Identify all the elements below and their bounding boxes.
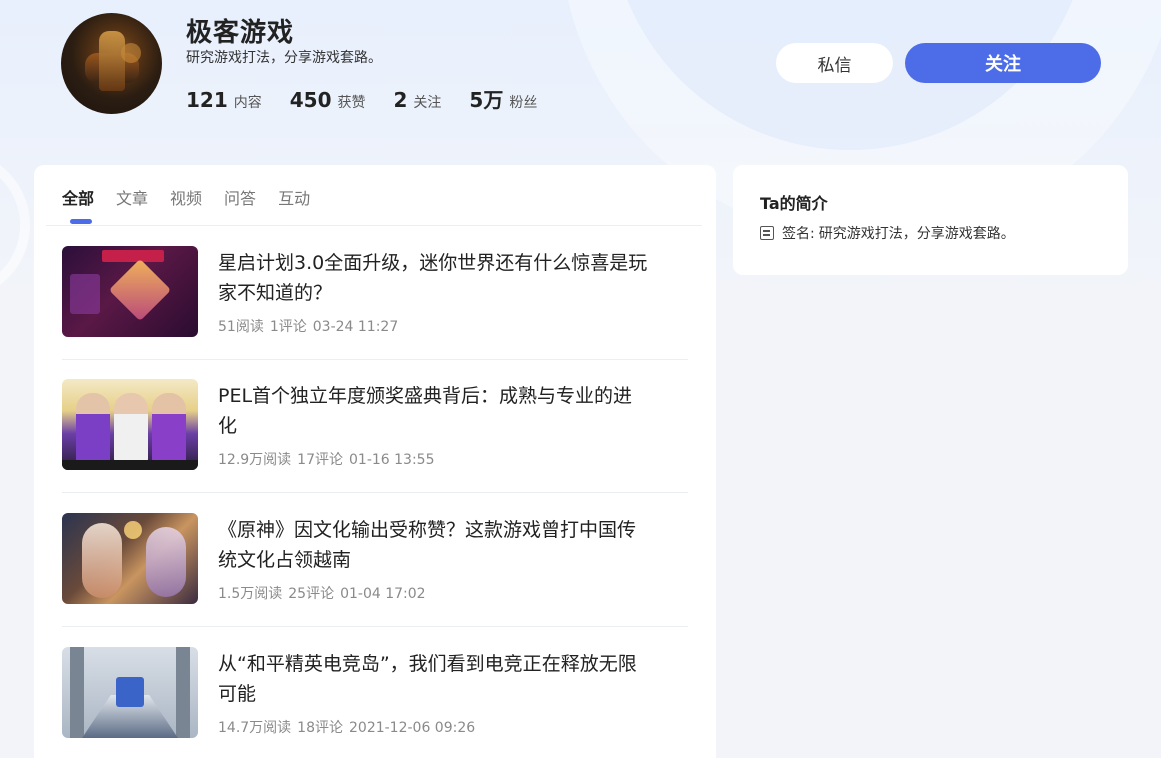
divider xyxy=(62,626,688,627)
tab-articles[interactable]: 文章 xyxy=(116,185,148,223)
comment-count: 25评论 xyxy=(288,586,335,602)
avatar[interactable] xyxy=(61,13,162,114)
article-title[interactable]: 星启计划3.0全面升级，迷你世界还有什么惊喜是玩家不知道的？ xyxy=(218,248,648,308)
signature: 签名: 研究游戏打法，分享游戏套路。 xyxy=(760,223,1015,243)
stat-value: 121 xyxy=(186,88,228,112)
stat-following[interactable]: 2 关注 xyxy=(394,88,442,112)
divider xyxy=(62,492,688,493)
signature-value: 研究游戏打法，分享游戏套路。 xyxy=(818,226,1015,242)
publish-date: 03-24 11:27 xyxy=(312,319,399,335)
read-count: 1.5万阅读 xyxy=(218,586,283,602)
tab-divider xyxy=(46,225,702,226)
stat-label: 获赞 xyxy=(337,95,366,111)
article-title[interactable]: 《原神》因文化输出受称赞？这款游戏曾打中国传统文化占领越南 xyxy=(218,515,648,575)
article-item[interactable]: 从“和平精英电竞岛”，我们看到电竞正在释放无限可能 14.7万阅读 18评论 202… xyxy=(62,647,688,758)
stat-label: 内容 xyxy=(233,95,262,111)
profile-stats: 121 内容 450 获赞 2 关注 5万 粉丝 xyxy=(186,84,565,113)
article-item[interactable]: 星启计划3.0全面升级，迷你世界还有什么惊喜是玩家不知道的？ 51阅读 1评论 03… xyxy=(62,246,688,379)
tab-interaction[interactable]: 互动 xyxy=(278,185,310,223)
message-button[interactable]: 私信 xyxy=(776,43,893,83)
article-thumbnail[interactable] xyxy=(62,246,198,337)
read-count: 51阅读 xyxy=(218,319,264,335)
article-meta: 14.7万阅读 18评论 2021-12-06 09:26 xyxy=(218,717,481,737)
comment-count: 1评论 xyxy=(269,319,307,335)
intro-title: Ta的简介 xyxy=(760,194,828,213)
article-thumbnail[interactable] xyxy=(62,513,198,604)
signature-key: 签名: xyxy=(782,226,815,242)
follow-button[interactable]: 关注 xyxy=(905,43,1101,83)
stat-fans[interactable]: 5万 粉丝 xyxy=(469,84,537,113)
decor-circle xyxy=(0,150,30,300)
stat-content[interactable]: 121 内容 xyxy=(186,88,262,112)
comment-count: 17评论 xyxy=(297,452,343,468)
intro-card: Ta的简介 签名: 研究游戏打法，分享游戏套路。 xyxy=(733,165,1128,275)
tab-all[interactable]: 全部 xyxy=(62,185,94,224)
content-card: 全部 文章 视频 问答 互动 星启计划3.0全面升级，迷你世界还有什么惊喜是玩家… xyxy=(34,165,716,758)
publish-date: 01-04 17:02 xyxy=(340,586,426,602)
stat-likes: 450 获赞 xyxy=(290,88,366,112)
stat-label: 粉丝 xyxy=(509,95,538,111)
article-item[interactable]: 《原神》因文化输出受称赞？这款游戏曾打中国传统文化占领越南 1.5万阅读 25评论… xyxy=(62,513,688,646)
publish-date: 01-16 13:55 xyxy=(349,452,435,468)
content-tabs: 全部 文章 视频 问答 互动 xyxy=(62,185,332,224)
article-item[interactable]: PEL首个独立年度颁奖盛典背后：成熟与专业的进化 12.9万阅读 17评论 01-1… xyxy=(62,379,688,512)
read-count: 12.9万阅读 xyxy=(218,452,292,468)
profile-name: 极客游戏 xyxy=(186,18,295,48)
article-meta: 12.9万阅读 17评论 01-16 13:55 xyxy=(218,449,440,469)
stat-value: 5万 xyxy=(469,88,504,112)
article-meta: 1.5万阅读 25评论 01-04 17:02 xyxy=(218,583,432,603)
comment-count: 18评论 xyxy=(297,720,343,736)
article-thumbnail[interactable] xyxy=(62,379,198,470)
profile-bio: 研究游戏打法，分享游戏套路。 xyxy=(186,50,382,66)
article-title[interactable]: 从“和平精英电竞岛”，我们看到电竞正在释放无限可能 xyxy=(218,649,648,709)
article-title[interactable]: PEL首个独立年度颁奖盛典背后：成熟与专业的进化 xyxy=(218,381,648,441)
stat-value: 450 xyxy=(289,88,332,112)
article-meta: 51阅读 1评论 03-24 11:27 xyxy=(218,316,404,336)
divider xyxy=(62,359,688,360)
read-count: 14.7万阅读 xyxy=(218,720,292,736)
publish-date: 2021-12-06 09:26 xyxy=(349,720,476,736)
document-icon xyxy=(760,226,774,240)
article-thumbnail[interactable] xyxy=(62,647,198,738)
stat-label: 关注 xyxy=(413,95,442,111)
tab-qa[interactable]: 问答 xyxy=(224,185,256,223)
tab-videos[interactable]: 视频 xyxy=(170,185,202,223)
stat-value: 2 xyxy=(393,88,408,112)
